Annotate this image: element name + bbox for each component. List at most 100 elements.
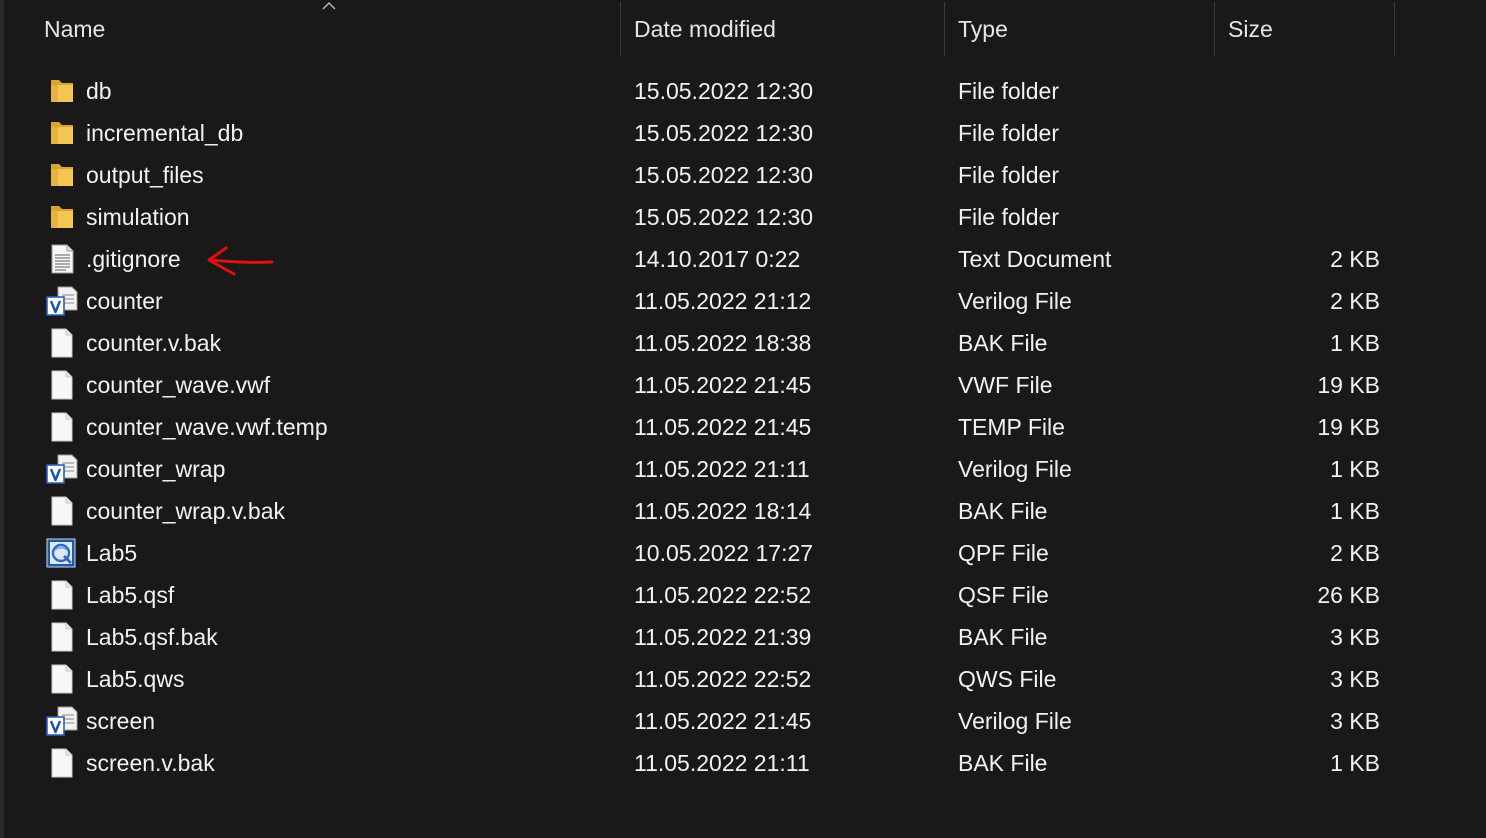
file-name: Lab5 <box>86 539 138 566</box>
file-row[interactable]: counter_wave.vwf 11.05.2022 21:45 VWF File… <box>0 364 1486 406</box>
file-row[interactable]: incremental_db 15.05.2022 12:30 File folde… <box>0 112 1486 154</box>
file-date-modified: 11.05.2022 21:11 <box>634 749 810 776</box>
text-document-icon <box>46 244 78 274</box>
file-size: 2 KB <box>1330 245 1380 272</box>
file-size: 2 KB <box>1330 539 1380 566</box>
blank-file-icon <box>46 622 78 652</box>
file-name: counter_wave.vwf <box>86 371 271 398</box>
column-header-size-label: Size <box>1228 15 1273 42</box>
file-row[interactable]: counter_wave.vwf.temp 11.05.2022 21:45 TEM… <box>0 406 1486 448</box>
file-row[interactable]: counter.v.bak 11.05.2022 18:38 BAK File 1 K… <box>0 322 1486 364</box>
column-divider[interactable] <box>620 2 621 56</box>
file-name: screen.v.bak <box>86 749 215 776</box>
verilog-file-icon <box>46 454 78 484</box>
file-date-modified: 11.05.2022 22:52 <box>634 665 812 692</box>
column-header-size[interactable]: Size <box>1228 0 1394 58</box>
file-date-modified: 11.05.2022 21:12 <box>634 287 812 314</box>
file-type: File folder <box>958 77 1059 104</box>
red-arrow-annotation <box>207 246 274 276</box>
file-date-modified: 11.05.2022 21:11 <box>634 455 810 482</box>
file-row[interactable]: screen.v.bak 11.05.2022 21:11 BAK File 1 KB <box>0 742 1486 784</box>
file-size: 1 KB <box>1330 749 1380 776</box>
file-date-modified: 11.05.2022 21:45 <box>634 413 812 440</box>
blank-file-icon <box>46 748 78 778</box>
file-date-modified: 10.05.2022 17:27 <box>634 539 814 566</box>
file-type: QWS File <box>958 665 1057 692</box>
file-date-modified: 15.05.2022 12:30 <box>634 119 814 146</box>
folder-icon <box>46 160 78 190</box>
file-row[interactable]: counter_wrap.v.bak 11.05.2022 18:14 BAK Fi… <box>0 490 1486 532</box>
column-divider[interactable] <box>944 2 945 56</box>
sort-ascending-icon <box>322 2 336 10</box>
file-size: 3 KB <box>1330 665 1380 692</box>
file-type: VWF File <box>958 371 1053 398</box>
file-date-modified: 15.05.2022 12:30 <box>634 77 814 104</box>
blank-file-icon <box>46 496 78 526</box>
file-date-modified: 14.10.2017 0:22 <box>634 245 801 272</box>
file-size <box>1230 70 1380 112</box>
file-name: incremental_db <box>86 119 244 146</box>
file-date-modified: 11.05.2022 18:38 <box>634 329 812 356</box>
file-name: db <box>86 77 112 104</box>
folder-icon <box>46 76 78 106</box>
column-divider[interactable] <box>1394 2 1395 56</box>
column-header-date-label: Date modified <box>634 15 776 42</box>
file-type: Verilog File <box>958 707 1072 734</box>
file-type: File folder <box>958 203 1059 230</box>
column-header-type-label: Type <box>958 15 1008 42</box>
file-row[interactable]: Lab5.qsf.bak 11.05.2022 21:39 BAK File 3 KB <box>0 616 1486 658</box>
file-name: counter.v.bak <box>86 329 222 356</box>
file-name: .gitignore <box>86 245 181 272</box>
file-row[interactable]: Lab5 10.05.2022 17:27 QPF File 2 KB <box>0 532 1486 574</box>
column-header-type[interactable]: Type <box>958 0 1214 58</box>
file-name: screen <box>86 707 156 734</box>
file-row[interactable]: simulation 15.05.2022 12:30 File folder <box>0 196 1486 238</box>
file-type: Text Document <box>958 245 1112 272</box>
file-name: output_files <box>86 161 204 188</box>
file-row[interactable]: db 15.05.2022 12:30 File folder <box>0 70 1486 112</box>
file-explorer-view: Name Date modified Type Size db 15.05.202… <box>0 0 1486 838</box>
file-row[interactable]: Lab5.qws 11.05.2022 22:52 QWS File 3 KB <box>0 658 1486 700</box>
file-name: Lab5.qsf <box>86 581 175 608</box>
file-row[interactable]: output_files 15.05.2022 12:30 File folder <box>0 154 1486 196</box>
file-row[interactable]: Lab5.qsf 11.05.2022 22:52 QSF File 26 KB <box>0 574 1486 616</box>
file-row[interactable]: screen 11.05.2022 21:45 Verilog File 3 KB <box>0 700 1486 742</box>
folder-icon <box>46 202 78 232</box>
file-size: 26 KB <box>1317 581 1380 608</box>
file-size: 1 KB <box>1330 497 1380 524</box>
file-date-modified: 11.05.2022 21:45 <box>634 707 812 734</box>
file-date-modified: 11.05.2022 22:52 <box>634 581 812 608</box>
file-date-modified: 11.05.2022 21:45 <box>634 371 812 398</box>
file-type: Verilog File <box>958 287 1072 314</box>
file-type: BAK File <box>958 623 1048 650</box>
column-header-bar: Name Date modified Type Size <box>4 0 1486 62</box>
column-header-date[interactable]: Date modified <box>634 0 944 58</box>
blank-file-icon <box>46 664 78 694</box>
blank-file-icon <box>46 328 78 358</box>
file-date-modified: 15.05.2022 12:30 <box>634 203 814 230</box>
file-name: Lab5.qws <box>86 665 185 692</box>
file-name: Lab5.qsf.bak <box>86 623 218 650</box>
file-size: 1 KB <box>1330 455 1380 482</box>
file-row[interactable]: counter_wrap 11.05.2022 21:11 Verilog File… <box>0 448 1486 490</box>
file-type: TEMP File <box>958 413 1065 440</box>
file-size: 19 KB <box>1317 413 1380 440</box>
quartus-project-icon <box>46 538 78 568</box>
file-date-modified: 11.05.2022 18:14 <box>634 497 812 524</box>
file-type: File folder <box>958 161 1059 188</box>
file-name: counter_wave.vwf.temp <box>86 413 328 440</box>
verilog-file-icon <box>46 706 78 736</box>
file-type: QSF File <box>958 581 1049 608</box>
file-name: simulation <box>86 203 190 230</box>
folder-icon <box>46 118 78 148</box>
file-type: File folder <box>958 119 1059 146</box>
file-size: 2 KB <box>1330 287 1380 314</box>
file-type: QPF File <box>958 539 1049 566</box>
file-size: 3 KB <box>1330 623 1380 650</box>
column-divider[interactable] <box>1214 2 1215 56</box>
blank-file-icon <box>46 412 78 442</box>
file-row[interactable]: counter 11.05.2022 21:12 Verilog File 2 KB <box>0 280 1486 322</box>
file-type: BAK File <box>958 749 1048 776</box>
column-header-name-label: Name <box>44 15 106 42</box>
file-size: 3 KB <box>1330 707 1380 734</box>
